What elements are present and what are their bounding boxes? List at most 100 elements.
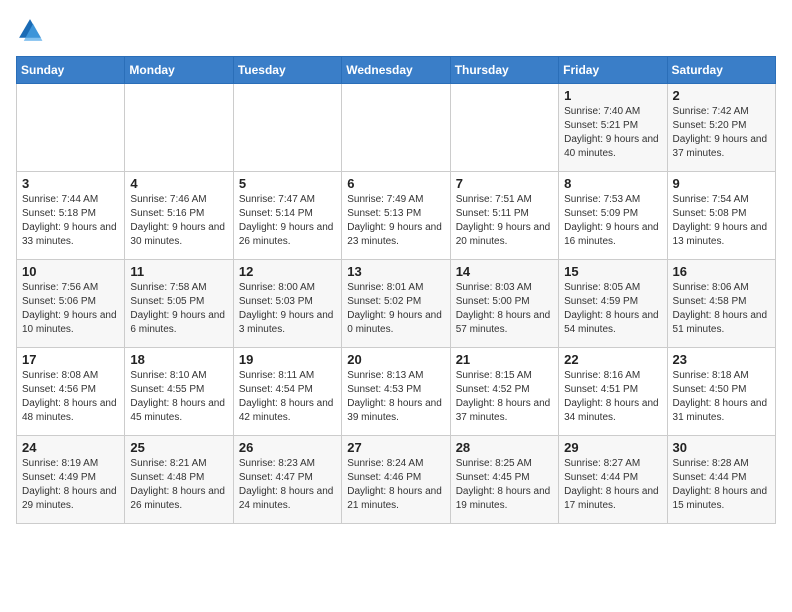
day-number: 17 [22, 352, 119, 367]
day-number: 1 [564, 88, 661, 103]
calendar-cell: 14 Sunrise: 8:03 AMSunset: 5:00 PMDayligh… [450, 260, 558, 348]
cell-info: Sunrise: 8:10 AMSunset: 4:55 PMDaylight:… [130, 369, 227, 425]
weekday-header-thursday: Thursday [450, 57, 558, 84]
cell-info: Sunrise: 8:18 AMSunset: 4:50 PMDaylight:… [673, 369, 770, 425]
day-number: 29 [564, 440, 661, 455]
weekday-header-wednesday: Wednesday [342, 57, 450, 84]
cell-info: Sunrise: 7:47 AMSunset: 5:14 PMDaylight:… [239, 193, 336, 249]
calendar-cell: 9 Sunrise: 7:54 AMSunset: 5:08 PMDaylight… [667, 172, 775, 260]
day-number: 16 [673, 264, 770, 279]
cell-info: Sunrise: 8:08 AMSunset: 4:56 PMDaylight:… [22, 369, 119, 425]
cell-info: Sunrise: 8:06 AMSunset: 4:58 PMDaylight:… [673, 281, 770, 337]
calendar-week-5: 24 Sunrise: 8:19 AMSunset: 4:49 PMDayligh… [17, 436, 776, 524]
cell-info: Sunrise: 8:15 AMSunset: 4:52 PMDaylight:… [456, 369, 553, 425]
calendar-cell: 23 Sunrise: 8:18 AMSunset: 4:50 PMDayligh… [667, 348, 775, 436]
weekday-header-monday: Monday [125, 57, 233, 84]
day-number: 15 [564, 264, 661, 279]
cell-info: Sunrise: 7:56 AMSunset: 5:06 PMDaylight:… [22, 281, 119, 337]
day-number: 26 [239, 440, 336, 455]
calendar-cell: 18Sunrise: 8:10 AMSunset: 4:55 PMDayligh… [125, 348, 233, 436]
calendar-cell: 17 Sunrise: 8:08 AMSunset: 4:56 PMDayligh… [17, 348, 125, 436]
day-number: 14 [456, 264, 553, 279]
cell-info: Sunrise: 8:25 AMSunset: 4:45 PMDaylight:… [456, 457, 553, 513]
cell-info: Sunrise: 8:16 AMSunset: 4:51 PMDaylight:… [564, 369, 661, 425]
weekday-header-friday: Friday [559, 57, 667, 84]
calendar-cell: 7 Sunrise: 7:51 AMSunset: 5:11 PMDaylight… [450, 172, 558, 260]
calendar-cell: 5 Sunrise: 7:47 AMSunset: 5:14 PMDaylight… [233, 172, 341, 260]
weekday-header-tuesday: Tuesday [233, 57, 341, 84]
day-number: 12 [239, 264, 336, 279]
day-number: 6 [347, 176, 444, 191]
cell-info: Sunrise: 7:49 AMSunset: 5:13 PMDaylight:… [347, 193, 444, 249]
day-number: 19 [239, 352, 336, 367]
calendar-cell: 29 Sunrise: 8:27 AMSunset: 4:44 PMDayligh… [559, 436, 667, 524]
calendar-cell: 10 Sunrise: 7:56 AMSunset: 5:06 PMDayligh… [17, 260, 125, 348]
calendar-cell [125, 84, 233, 172]
cell-info: Sunrise: 7:42 AMSunset: 5:20 PMDaylight:… [673, 105, 770, 161]
calendar-cell: 8 Sunrise: 7:53 AMSunset: 5:09 PMDaylight… [559, 172, 667, 260]
day-number: 23 [673, 352, 770, 367]
cell-info: Sunrise: 8:00 AMSunset: 5:03 PMDaylight:… [239, 281, 336, 337]
calendar-cell: 25Sunrise: 8:21 AMSunset: 4:48 PMDayligh… [125, 436, 233, 524]
logo-icon [16, 16, 44, 44]
calendar-cell [233, 84, 341, 172]
day-number: 3 [22, 176, 119, 191]
day-number: 21 [456, 352, 553, 367]
cell-info: Sunrise: 7:51 AMSunset: 5:11 PMDaylight:… [456, 193, 553, 249]
day-number: 24 [22, 440, 119, 455]
calendar-cell: 13 Sunrise: 8:01 AMSunset: 5:02 PMDayligh… [342, 260, 450, 348]
calendar-cell [450, 84, 558, 172]
cell-info: Sunrise: 7:58 AMSunset: 5:05 PMDaylight:… [130, 281, 227, 337]
cell-info: Sunrise: 8:03 AMSunset: 5:00 PMDaylight:… [456, 281, 553, 337]
cell-info: Sunrise: 8:01 AMSunset: 5:02 PMDaylight:… [347, 281, 444, 337]
calendar-week-2: 3 Sunrise: 7:44 AMSunset: 5:18 PMDaylight… [17, 172, 776, 260]
cell-info: Sunrise: 8:19 AMSunset: 4:49 PMDaylight:… [22, 457, 119, 513]
day-number: 2 [673, 88, 770, 103]
calendar-cell: 26 Sunrise: 8:23 AMSunset: 4:47 PMDayligh… [233, 436, 341, 524]
day-number: 11 [130, 264, 227, 279]
calendar-cell: 30Sunrise: 8:28 AMSunset: 4:44 PMDayligh… [667, 436, 775, 524]
calendar-cell: 20Sunrise: 8:13 AMSunset: 4:53 PMDayligh… [342, 348, 450, 436]
cell-info: Sunrise: 8:27 AMSunset: 4:44 PMDaylight:… [564, 457, 661, 513]
calendar-week-1: 1Sunrise: 7:40 AMSunset: 5:21 PMDaylight… [17, 84, 776, 172]
page-header [16, 16, 776, 44]
calendar-cell: 28 Sunrise: 8:25 AMSunset: 4:45 PMDayligh… [450, 436, 558, 524]
day-number: 9 [673, 176, 770, 191]
cell-info: Sunrise: 7:46 AMSunset: 5:16 PMDaylight:… [130, 193, 227, 249]
cell-info: Sunrise: 8:05 AMSunset: 4:59 PMDaylight:… [564, 281, 661, 337]
day-number: 7 [456, 176, 553, 191]
cell-info: Sunrise: 8:28 AMSunset: 4:44 PMDaylight:… [673, 457, 770, 513]
calendar-cell: 21 Sunrise: 8:15 AMSunset: 4:52 PMDayligh… [450, 348, 558, 436]
calendar-cell: 22 Sunrise: 8:16 AMSunset: 4:51 PMDayligh… [559, 348, 667, 436]
calendar-header: SundayMondayTuesdayWednesdayThursdayFrid… [17, 57, 776, 84]
calendar-cell: 15 Sunrise: 8:05 AMSunset: 4:59 PMDayligh… [559, 260, 667, 348]
calendar-cell: 3 Sunrise: 7:44 AMSunset: 5:18 PMDaylight… [17, 172, 125, 260]
calendar-table: SundayMondayTuesdayWednesdayThursdayFrid… [16, 56, 776, 524]
calendar-cell [342, 84, 450, 172]
cell-info: Sunrise: 7:54 AMSunset: 5:08 PMDaylight:… [673, 193, 770, 249]
calendar-cell: 4 Sunrise: 7:46 AMSunset: 5:16 PMDaylight… [125, 172, 233, 260]
calendar-cell: 2 Sunrise: 7:42 AMSunset: 5:20 PMDaylight… [667, 84, 775, 172]
day-number: 4 [130, 176, 227, 191]
cell-info: Sunrise: 7:44 AMSunset: 5:18 PMDaylight:… [22, 193, 119, 249]
day-number: 13 [347, 264, 444, 279]
calendar-week-4: 17 Sunrise: 8:08 AMSunset: 4:56 PMDayligh… [17, 348, 776, 436]
weekday-header-sunday: Sunday [17, 57, 125, 84]
calendar-cell: 6 Sunrise: 7:49 AMSunset: 5:13 PMDaylight… [342, 172, 450, 260]
calendar-cell: 19Sunrise: 8:11 AMSunset: 4:54 PMDayligh… [233, 348, 341, 436]
day-number: 5 [239, 176, 336, 191]
day-number: 25 [130, 440, 227, 455]
cell-info: Sunrise: 7:53 AMSunset: 5:09 PMDaylight:… [564, 193, 661, 249]
calendar-cell: 27Sunrise: 8:24 AMSunset: 4:46 PMDayligh… [342, 436, 450, 524]
cell-info: Sunrise: 8:23 AMSunset: 4:47 PMDaylight:… [239, 457, 336, 513]
day-number: 20 [347, 352, 444, 367]
calendar-cell: 11 Sunrise: 7:58 AMSunset: 5:05 PMDayligh… [125, 260, 233, 348]
day-number: 8 [564, 176, 661, 191]
calendar-cell [17, 84, 125, 172]
calendar-cell: 1Sunrise: 7:40 AMSunset: 5:21 PMDaylight… [559, 84, 667, 172]
calendar-cell: 16 Sunrise: 8:06 AMSunset: 4:58 PMDayligh… [667, 260, 775, 348]
calendar-week-3: 10 Sunrise: 7:56 AMSunset: 5:06 PMDayligh… [17, 260, 776, 348]
day-number: 28 [456, 440, 553, 455]
day-number: 10 [22, 264, 119, 279]
day-number: 22 [564, 352, 661, 367]
